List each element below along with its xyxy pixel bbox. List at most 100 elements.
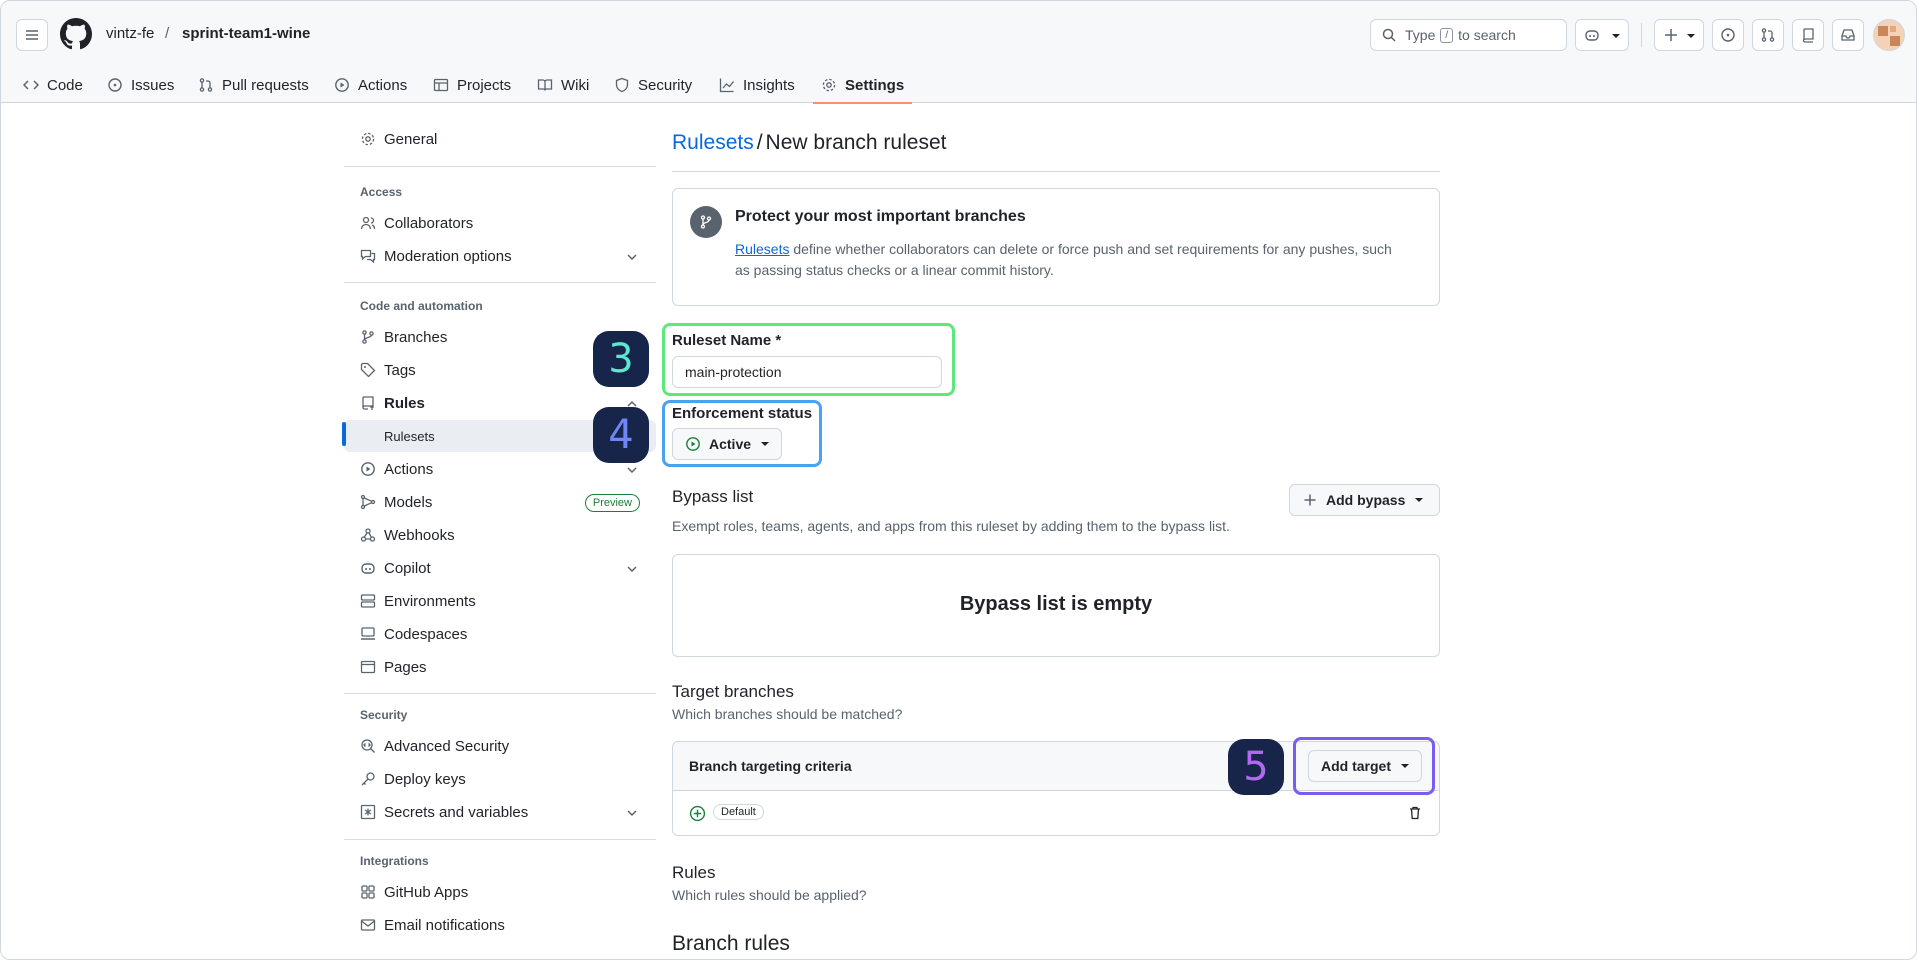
- title-text: New branch ruleset: [765, 131, 947, 154]
- tag-icon: [360, 362, 376, 378]
- tab-issues[interactable]: Issues: [107, 67, 174, 103]
- sidebar-item-general[interactable]: General: [344, 123, 656, 155]
- create-new-button[interactable]: [1654, 19, 1704, 51]
- sidebar-item-github-apps[interactable]: GitHub Apps: [344, 876, 656, 908]
- gear-icon: [361, 132, 375, 146]
- key-icon: [361, 772, 375, 786]
- sidebar-item-codespaces[interactable]: Codespaces: [344, 618, 656, 650]
- sidebar-item-label: Deploy keys: [384, 770, 466, 788]
- plus-circle-icon: [689, 805, 706, 822]
- sidebar-item-label: Rulesets: [384, 428, 435, 444]
- branch-targeting-label: Branch targeting criteria: [689, 758, 852, 774]
- rulesets-breadcrumb-link[interactable]: Rulesets: [672, 131, 754, 154]
- sidebar-divider: [344, 693, 656, 694]
- page-title: Rulesets / New branch ruleset: [672, 131, 946, 155]
- sidebar-item-copilot[interactable]: Copilot: [344, 552, 656, 584]
- protect-branches-blankslate: Protect your most important branches Rul…: [672, 188, 1440, 306]
- bypass-list-heading: Bypass list: [672, 487, 754, 506]
- tab-settings[interactable]: Settings: [813, 67, 913, 104]
- chevron-down-icon: [627, 810, 637, 817]
- repo-icon: [1802, 28, 1814, 43]
- search-input[interactable]: Type / to search: [1370, 19, 1567, 51]
- tab-actions[interactable]: Actions: [334, 67, 407, 103]
- sidebar-item-label: Copilot: [384, 559, 431, 577]
- sidebar-item-label: Branches: [384, 328, 448, 346]
- sidebar-item-deploy-keys[interactable]: Deploy keys: [344, 763, 656, 795]
- sidebar-item-label: Rules: [384, 394, 425, 412]
- sidebar-item-collaborators[interactable]: Collaborators: [344, 207, 656, 239]
- sidebar-item-label: Secrets and variables: [384, 803, 529, 821]
- search-suffix: to search: [1458, 27, 1516, 43]
- blankslate-body-line2: as passing status checks or a linear com…: [735, 262, 1054, 278]
- issues-button[interactable]: [1712, 19, 1744, 51]
- sidebar-item-label: GitHub Apps: [384, 883, 469, 901]
- sidebar-group-integrations: Integrations: [360, 854, 429, 868]
- sidebar-item-environments[interactable]: Environments: [344, 585, 656, 617]
- tab-pull-requests[interactable]: Pull requests: [198, 67, 309, 103]
- tab-projects[interactable]: Projects: [433, 67, 511, 103]
- rulesets-doc-link[interactable]: Rulesets: [735, 241, 789, 257]
- sidebar-item-label: Environments: [384, 592, 476, 610]
- tab-insights-label: Insights: [743, 76, 795, 94]
- step4-badge: 4: [593, 407, 649, 463]
- sidebar-item-email-notifications[interactable]: Email notifications: [344, 909, 656, 941]
- plus-icon: [1304, 494, 1316, 506]
- tab-insights[interactable]: Insights: [719, 67, 795, 103]
- sidebar-item-label: Tags: [384, 361, 416, 379]
- trash-icon[interactable]: [1407, 805, 1423, 821]
- title-divider: [672, 171, 1440, 172]
- bypass-empty-text: Bypass list is empty: [959, 593, 1153, 615]
- blankslate-body: Rulesets define whether collaborators ca…: [735, 239, 1425, 281]
- target-branches-description: Which branches should be matched?: [672, 706, 903, 722]
- repositories-button[interactable]: [1792, 19, 1824, 51]
- sidebar-item-label: Collaborators: [384, 214, 474, 232]
- tab-code[interactable]: Code: [23, 67, 83, 103]
- inbox-button[interactable]: [1832, 19, 1864, 51]
- copilot-icon: [1585, 30, 1599, 41]
- sidebar-item-label: Pages: [384, 658, 427, 676]
- sidebar-item-webhooks[interactable]: Webhooks: [344, 519, 656, 551]
- chevron-down-icon: [627, 467, 637, 474]
- add-bypass-button[interactable]: Add bypass: [1289, 484, 1440, 516]
- sidebar-item-label: Advanced Security: [384, 737, 510, 755]
- tab-security[interactable]: Security: [614, 67, 692, 103]
- repo-header: vintz-fe / sprint-team1-wine Type / to s…: [1, 1, 1916, 104]
- github-logo-icon[interactable]: [60, 18, 92, 50]
- pull-request-icon: [199, 78, 213, 92]
- sidebar-item-pages[interactable]: Pages: [344, 651, 656, 683]
- sidebar-item-models[interactable]: Models Preview: [344, 486, 656, 518]
- user-avatar[interactable]: [1873, 19, 1905, 51]
- sidebar-item-secrets[interactable]: Secrets and variables: [344, 796, 656, 828]
- sidebar-item-advanced-security[interactable]: Advanced Security: [344, 730, 656, 762]
- sidebar-divider: [344, 166, 656, 167]
- tab-wiki[interactable]: Wiki: [537, 67, 589, 103]
- tab-issues-label: Issues: [131, 76, 175, 94]
- sidebar-group-security: Security: [360, 708, 408, 722]
- rules-heading: Rules: [672, 863, 716, 882]
- sidebar-item-label: General: [384, 130, 438, 148]
- copilot-button[interactable]: [1575, 19, 1629, 51]
- target-branches-heading: Target branches: [672, 682, 794, 701]
- search-icon: [1382, 28, 1396, 42]
- step3-badge: 3: [593, 331, 649, 387]
- active-tab-underline: [813, 102, 913, 104]
- sidebar-divider: [344, 839, 656, 840]
- bypass-list-empty-panel: Bypass list is empty: [672, 554, 1440, 657]
- webhook-icon: [360, 528, 376, 542]
- sidebar-item-label: Moderation options: [384, 247, 512, 265]
- sidebar-divider: [344, 282, 656, 283]
- sidebar-group-code: Code and automation: [360, 299, 483, 313]
- comment-discussion-icon: [360, 249, 376, 264]
- repo-link[interactable]: sprint-team1-wine: [182, 25, 310, 42]
- mail-icon: [360, 919, 376, 931]
- tab-projects-label: Projects: [457, 76, 512, 94]
- gear-icon: [822, 78, 836, 92]
- sidebar-item-moderation[interactable]: Moderation options: [344, 240, 656, 272]
- menu-button[interactable]: [16, 19, 48, 51]
- copilot-icon: [361, 563, 375, 574]
- title-separator: /: [756, 131, 763, 154]
- graph-icon: [719, 78, 735, 93]
- owner-link[interactable]: vintz-fe: [106, 25, 154, 42]
- pull-requests-button[interactable]: [1752, 19, 1784, 51]
- bypass-list-description: Exempt roles, teams, agents, and apps fr…: [672, 518, 1230, 534]
